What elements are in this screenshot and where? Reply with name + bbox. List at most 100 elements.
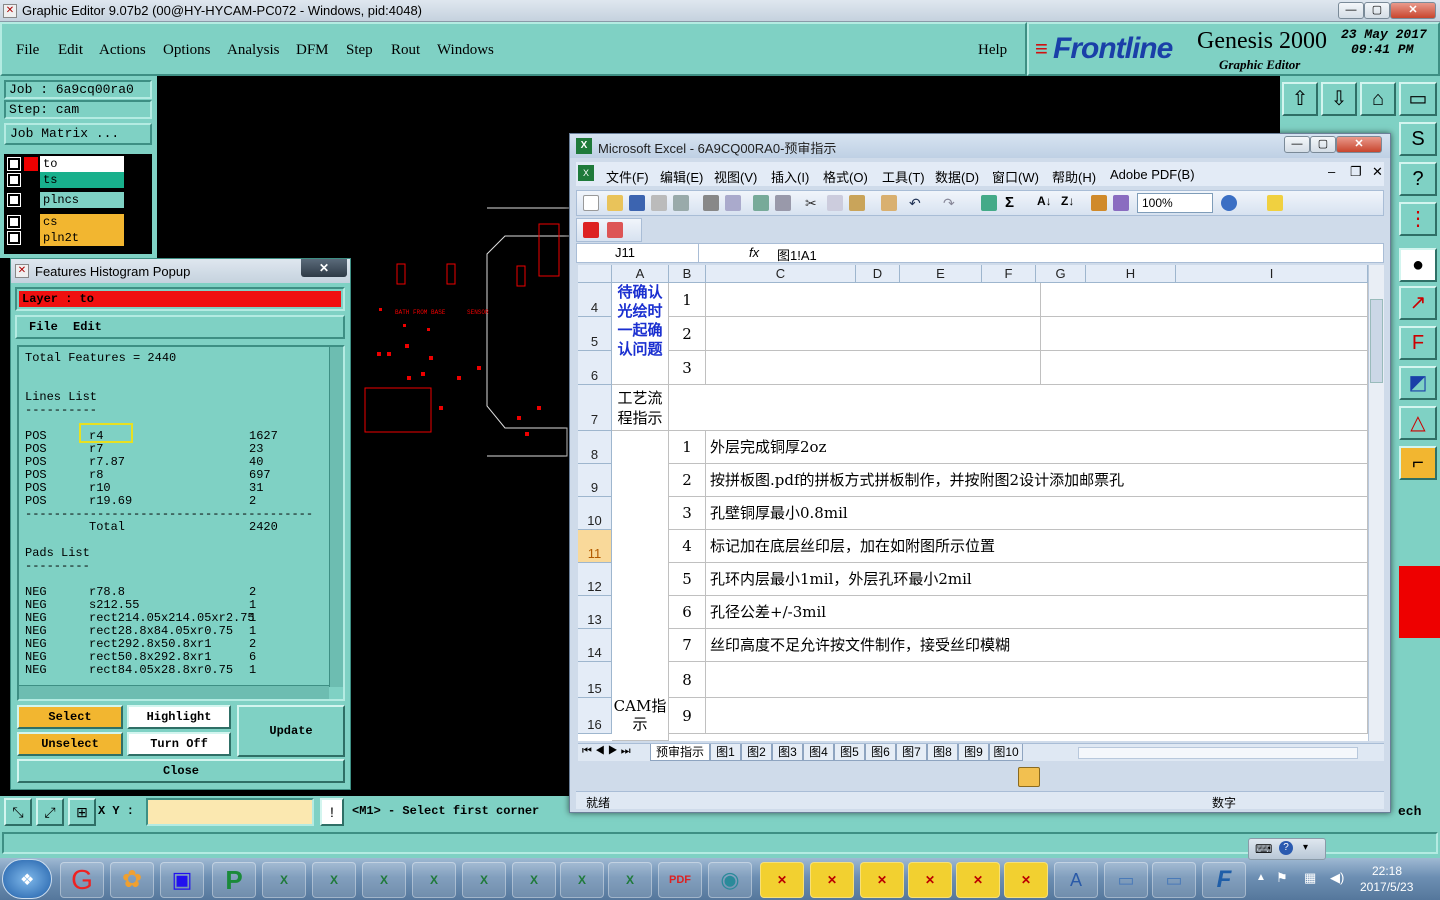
task-pdf-icon[interactable]: PDF	[658, 862, 702, 898]
start-button[interactable]: ❖	[2, 859, 52, 899]
excel-menu-file[interactable]: 文件(F)	[606, 167, 649, 186]
permission-icon[interactable]	[651, 195, 667, 211]
cell-instruction-text[interactable]: 孔环内层最小1mil，外层孔环最小2mil	[706, 563, 1368, 596]
col-header[interactable]: E	[900, 265, 982, 283]
cell-item-number[interactable]: 4	[669, 530, 706, 563]
col-header[interactable]: C	[706, 265, 856, 283]
menu-actions[interactable]: Actions	[99, 42, 146, 59]
worksheet-grid[interactable]: A B C D E F G H I 4 5 6 7 8 9 10 11 12 1…	[578, 265, 1368, 741]
cell-instruction-text[interactable]: 孔壁铜厚最小0.8mil	[706, 497, 1368, 530]
save-icon[interactable]	[629, 195, 645, 211]
research-icon[interactable]	[775, 195, 791, 211]
layer-checkbox[interactable]	[7, 157, 21, 171]
row-header[interactable]: 6	[578, 351, 612, 385]
sheet-tab[interactable]: 图10	[989, 744, 1023, 761]
drawing-icon[interactable]	[1113, 195, 1129, 211]
excel-menu-view[interactable]: 视图(V)	[714, 167, 757, 186]
cell-b-number[interactable]: 2	[669, 317, 706, 351]
excel-menu-adobe[interactable]: Adobe PDF(B)	[1110, 167, 1195, 182]
tray-expand-icon[interactable]: ▲	[1256, 872, 1266, 883]
toolbar-measure-icon[interactable]: ↗	[1399, 286, 1437, 320]
sheet-tab[interactable]: 图2	[741, 744, 772, 761]
name-box[interactable]: J11	[577, 244, 699, 262]
task-genesis-icon[interactable]: ✕	[956, 862, 1000, 898]
row-header[interactable]: 8	[578, 431, 612, 464]
horizontal-scrollbar[interactable]	[19, 685, 329, 699]
help-icon[interactable]	[1221, 195, 1237, 211]
cell-item-number[interactable]: 7	[669, 629, 706, 662]
cell-b-number[interactable]: 3	[669, 351, 706, 385]
excel-menu-data[interactable]: 数据(D)	[935, 167, 979, 186]
turn-off-button[interactable]: Turn Off	[127, 732, 231, 756]
menu-dfm[interactable]: DFM	[296, 42, 329, 59]
layer-row[interactable]: plncs	[6, 192, 124, 208]
task-floppy-icon[interactable]: ▣	[160, 862, 204, 898]
row-header[interactable]: 16	[578, 698, 612, 734]
toolbar-shapes-icon[interactable]: ◩	[1399, 366, 1437, 400]
cell-a-process[interactable]: 工艺流程指示	[612, 385, 669, 431]
autosum-icon[interactable]: Σ	[1005, 194, 1021, 211]
highlight-button[interactable]: Highlight	[127, 705, 231, 729]
excel-hscroll[interactable]	[1078, 747, 1358, 759]
close-button[interactable]: ✕	[1390, 2, 1436, 19]
toolbar-open-icon[interactable]: ⇩	[1321, 82, 1357, 116]
row-header[interactable]: 12	[578, 563, 612, 596]
layer-row[interactable]: cs	[6, 214, 124, 230]
maximize-button[interactable]: ▢	[1364, 2, 1390, 19]
zoom-area-icon[interactable]: ⤢	[36, 798, 64, 826]
excel-menu-insert[interactable]: 插入(I)	[771, 167, 809, 186]
langbar-options-icon[interactable]: ▾	[1303, 842, 1308, 853]
update-button[interactable]: Update	[237, 705, 345, 757]
copy-icon[interactable]	[827, 195, 843, 211]
toolbar-s-icon[interactable]: S	[1399, 122, 1437, 156]
spelling-icon[interactable]	[753, 195, 769, 211]
doc-minimize-icon[interactable]: –	[1328, 164, 1335, 179]
row-header[interactable]: 10	[578, 497, 612, 530]
task-excel-icon[interactable]: X	[362, 862, 406, 898]
toolbar-ff-icon[interactable]: F	[1399, 326, 1437, 360]
excel-menu-window[interactable]: 窗口(W)	[992, 167, 1039, 186]
cut-icon[interactable]: ✂	[805, 195, 821, 211]
toolbar-route-icon[interactable]: ⌐	[1399, 446, 1437, 480]
tray-flag-icon[interactable]: ⚑	[1276, 870, 1288, 886]
chart-wizard-icon[interactable]	[1091, 195, 1107, 211]
redo-icon[interactable]: ↷	[943, 195, 959, 211]
new-icon[interactable]	[583, 195, 599, 211]
pdf-convert-icon[interactable]	[583, 222, 599, 238]
cell-c-blank[interactable]	[706, 283, 1041, 317]
unselect-button[interactable]: Unselect	[17, 732, 123, 756]
layer-checkbox[interactable]	[7, 215, 21, 229]
corner-select-all[interactable]	[578, 265, 612, 283]
task-excel-icon[interactable]: X	[412, 862, 456, 898]
layer-checkbox[interactable]	[7, 231, 21, 245]
cell-h-blank[interactable]	[1041, 283, 1368, 317]
task-genesis-icon[interactable]: ✕	[1004, 862, 1048, 898]
sheet-tab[interactable]: 图9	[958, 744, 989, 761]
excel-vscroll[interactable]	[1368, 265, 1384, 741]
sheet-tab[interactable]: 图5	[834, 744, 865, 761]
sheet-tab[interactable]: 图1	[710, 744, 741, 761]
col-header[interactable]: A	[612, 265, 669, 283]
grid-icon[interactable]: ⊞	[68, 798, 96, 826]
tray-volume-icon[interactable]: ◀)	[1330, 870, 1344, 886]
popup-close-icon[interactable]: ✕	[301, 259, 347, 277]
sheet-tab[interactable]: 图4	[803, 744, 834, 761]
menu-options[interactable]: Options	[163, 42, 211, 59]
task-genesis-icon[interactable]: ✕	[760, 862, 804, 898]
toolbar-circle-icon[interactable]: ●	[1399, 248, 1437, 282]
toolbar-home-icon[interactable]: ⌂	[1360, 82, 1396, 116]
popup-close-button[interactable]: Close	[17, 759, 345, 783]
fill-color-icon[interactable]	[1267, 195, 1283, 211]
task-excel-icon[interactable]: X	[462, 862, 506, 898]
row-header[interactable]: 7	[578, 385, 612, 431]
cell-a-cam[interactable]: CAM指示	[612, 431, 669, 741]
popup-menu-file[interactable]: File	[29, 320, 58, 334]
task-excel-icon[interactable]: X	[560, 862, 604, 898]
row-header[interactable]: 4	[578, 283, 612, 317]
excel-menu-help[interactable]: 帮助(H)	[1052, 167, 1096, 186]
excel-menu-format[interactable]: 格式(O)	[823, 167, 868, 186]
toolbar-triangle-icon[interactable]: △	[1399, 406, 1437, 440]
row-header[interactable]: 9	[578, 464, 612, 497]
doc-restore-icon[interactable]: ❐	[1350, 164, 1362, 180]
layer-row[interactable]: to	[6, 156, 124, 172]
